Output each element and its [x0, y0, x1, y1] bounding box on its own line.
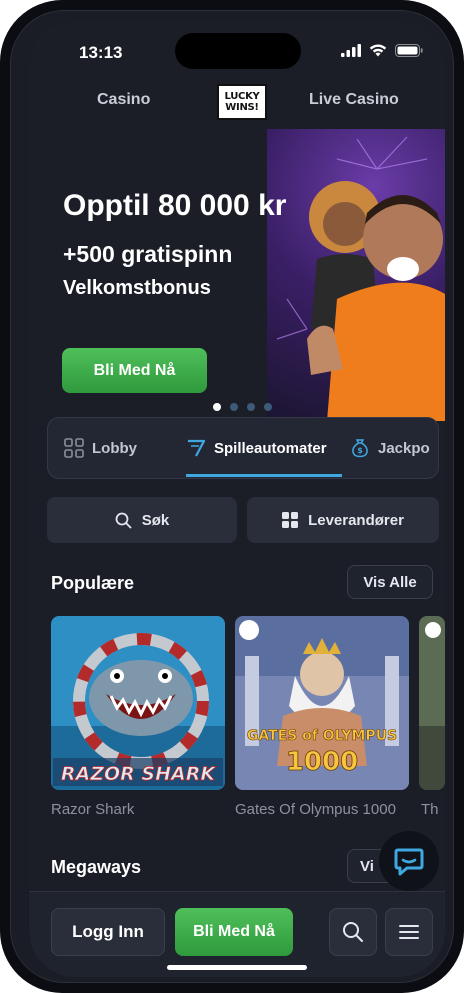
carousel-dot[interactable]	[247, 403, 255, 411]
search-icon-button[interactable]	[329, 908, 377, 956]
search-icon	[115, 512, 132, 528]
gates-of-olympus-art: GATES of OLYMPUS 1000	[235, 616, 409, 790]
phone-bezel: 13:13 Casino LUCKY WINS! Live Casino Opp…	[10, 10, 454, 983]
carousel-dot[interactable]	[230, 403, 238, 411]
razor-shark-art: RAZOR SHARK	[51, 616, 225, 790]
hero-title: Opptil 80 000 kr	[63, 189, 287, 222]
tab-lobby[interactable]: Lobby	[64, 438, 137, 458]
hamburger-menu-icon	[399, 925, 419, 939]
logo-line-1: LUCKY	[224, 91, 260, 102]
search-button[interactable]: Søk	[47, 497, 237, 543]
olympus-number-art: 1000	[286, 747, 358, 777]
status-icons	[341, 44, 423, 57]
game-card-partial[interactable]	[419, 616, 445, 790]
search-icon	[343, 922, 363, 942]
hero-join-button[interactable]: Bli Med Nå	[62, 348, 207, 393]
game-card-razor-shark[interactable]: RAZOR SHARK	[51, 616, 225, 790]
section-title-popular: Populære	[51, 573, 135, 593]
top-nav: Casino LUCKY WINS! Live Casino	[29, 81, 445, 123]
see-all-popular-button[interactable]: Vis Alle	[347, 565, 433, 599]
hero-subtitle-2: Velkomstbonus	[63, 277, 211, 299]
join-button[interactable]: Bli Med Nå	[175, 908, 293, 956]
battery-icon	[395, 44, 423, 57]
brand-logo[interactable]: LUCKY WINS!	[217, 84, 267, 120]
tab-jackpot[interactable]: $ Jackpo	[350, 438, 430, 458]
svg-text:$: $	[357, 446, 363, 455]
game-card-gates-of-olympus[interactable]: GATES of OLYMPUS 1000	[235, 616, 409, 790]
tab-slots[interactable]: Spilleautomater	[186, 438, 327, 458]
signal-icon	[341, 44, 361, 57]
seven-icon	[188, 439, 206, 457]
game-title[interactable]: Th	[421, 801, 439, 818]
game-title[interactable]: Gates Of Olympus 1000	[235, 801, 396, 818]
chat-button[interactable]	[379, 831, 439, 891]
wifi-icon	[369, 44, 387, 57]
menu-button[interactable]	[385, 908, 433, 956]
hero-people-art	[276, 136, 445, 421]
tab-slots-label: Spilleautomater	[214, 439, 327, 457]
game-title[interactable]: Razor Shark	[51, 801, 134, 818]
section-title-megaways: Megaways	[51, 857, 142, 877]
home-indicator[interactable]	[167, 965, 307, 970]
chat-bubble-icon	[394, 848, 424, 876]
carousel-dot[interactable]	[264, 403, 272, 411]
carousel-dot[interactable]	[213, 403, 221, 411]
tab-jackpot-label: Jackpo	[378, 439, 430, 457]
hero-subtitle: +500 gratispinn	[63, 241, 233, 267]
grid-icon	[64, 438, 84, 458]
olympus-title-art: GATES of OLYMPUS	[247, 728, 397, 744]
tab-lobby-label: Lobby	[92, 439, 137, 457]
nav-live-casino-link[interactable]: Live Casino	[309, 91, 399, 109]
login-button[interactable]: Logg Inn	[51, 908, 165, 956]
hero-illustration	[267, 129, 445, 421]
carousel-dots	[213, 403, 272, 411]
clock: 13:13	[79, 43, 123, 62]
status-bar: 13:13	[29, 21, 445, 79]
active-tab-indicator	[186, 474, 342, 477]
providers-button[interactable]: Leverandører	[247, 497, 439, 543]
razor-shark-title-art: RAZOR SHARK	[61, 763, 216, 785]
nav-casino-link[interactable]: Casino	[97, 91, 150, 109]
phone-frame: 13:13 Casino LUCKY WINS! Live Casino Opp…	[0, 0, 464, 993]
search-button-label: Søk	[141, 511, 170, 529]
grid-icon	[282, 512, 299, 528]
providers-button-label: Leverandører	[308, 511, 404, 529]
app-screen: 13:13 Casino LUCKY WINS! Live Casino Opp…	[29, 21, 445, 977]
money-bag-icon: $	[352, 439, 368, 458]
partial-game-art	[419, 616, 445, 790]
dynamic-island	[175, 33, 301, 69]
logo-line-2: WINS!	[225, 102, 259, 113]
hero-banner[interactable]: Opptil 80 000 kr +500 gratispinn Velkoms…	[29, 129, 445, 421]
category-tabs: Lobby Spilleautomater $ Jackpo	[47, 417, 439, 479]
